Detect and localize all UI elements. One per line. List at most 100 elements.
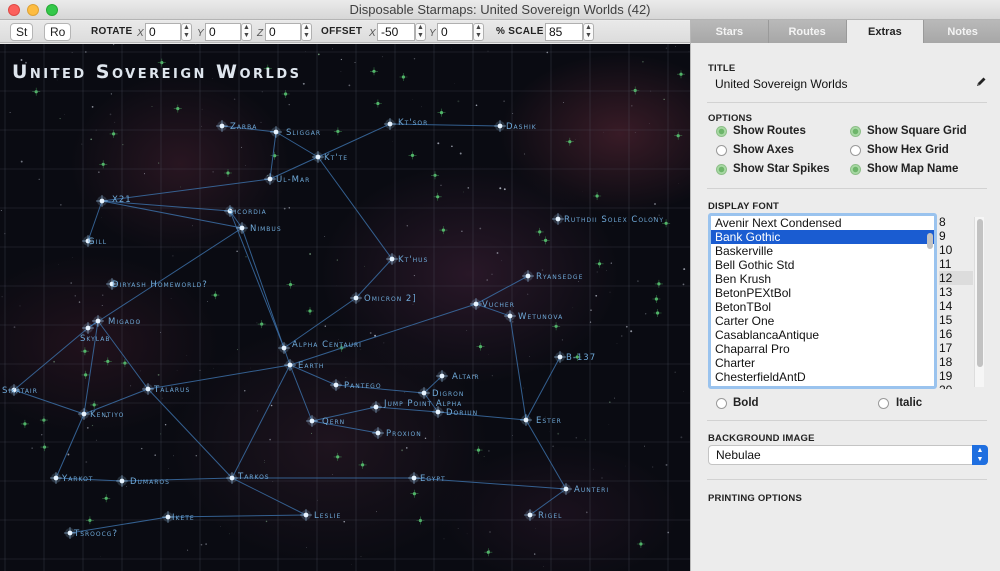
route-earth-tarkos[interactable] [231,364,291,479]
route-migado-talarus[interactable] [97,320,149,390]
bold-label[interactable]: Bold [733,397,759,409]
font-size-item[interactable]: 8 [939,215,973,229]
star-talarus[interactable]: Talarus [142,383,190,395]
star-label[interactable]: Nimbus [250,224,282,234]
font-list-item[interactable]: Cheryl Pro [711,384,934,386]
pencil-icon[interactable] [975,76,987,88]
star-nimbus[interactable]: Nimbus [236,222,282,234]
tab-routes[interactable]: Routes [768,20,847,43]
font-list-item[interactable]: Charter [711,356,934,370]
font-list[interactable]: Avenir Next Condensed Bank Gothic Baskervi… [708,213,937,389]
rotate-x-stepper[interactable]: ▲ ▼ [181,23,192,41]
star-label[interactable]: Vucher [482,300,515,310]
offset-y-stepper[interactable]: ▲ ▼ [473,23,484,41]
star-sicordia[interactable]: Sicordia [224,205,267,217]
star-dot[interactable] [99,198,105,204]
star-yarkot[interactable]: Yarkot [50,472,93,484]
star-kentiyo[interactable]: Kentiyo [78,408,124,420]
star-dumaros[interactable]: Dumaros [116,475,170,487]
font-size-list[interactable]: 891011121314151617181920 [939,215,973,389]
star-diryash[interactable]: Diryash Homeworld? [106,278,208,290]
star-dot[interactable] [145,386,151,392]
star-label[interactable]: Kt'sor [398,118,428,128]
italic-toggle[interactable] [878,398,889,409]
star-pantego[interactable]: Pantego [330,379,382,391]
rotate-x-input[interactable]: 0 [145,23,181,41]
star-zarba[interactable]: Zarba [216,120,257,132]
star-label[interactable]: Proxion [386,429,422,439]
show-map-name-label[interactable]: Show Map Name [867,163,958,175]
star-dot[interactable] [229,475,235,481]
star-label[interactable]: Doriun [446,408,478,418]
font-size-item[interactable]: 9 [939,229,973,243]
star-alpha[interactable]: Alpha Centauri [278,340,362,354]
rotate-z-input[interactable]: 0 [265,23,301,41]
show-star-spikes-label[interactable]: Show Star Spikes [733,163,830,175]
star-dot[interactable] [421,390,427,396]
star-dot[interactable] [165,514,171,520]
star-dot[interactable] [375,430,381,436]
font-size-item[interactable]: 10 [939,243,973,257]
star-dot[interactable] [555,216,561,222]
font-size-item[interactable]: 11 [939,257,973,271]
star-label[interactable]: Sicordia [228,207,267,217]
star-dot[interactable] [239,225,245,231]
show-hex-grid-toggle[interactable] [850,145,861,156]
star-dot[interactable] [309,418,315,424]
font-size-item[interactable]: 12 [939,271,973,285]
star-vucher[interactable]: Vucher [470,298,515,310]
star-label[interactable]: Dashik [506,122,537,132]
star-ktsor[interactable]: Kt'sor [384,118,428,130]
font-list-scroll-thumb[interactable] [927,233,933,249]
star-dot[interactable] [353,295,359,301]
star-dot[interactable] [287,362,293,368]
star-dot[interactable] [389,256,395,262]
star-dot[interactable] [67,530,73,536]
route-x21-nimbus[interactable] [101,200,243,229]
route-kthus-omicron[interactable] [355,258,393,299]
star-map-canvas[interactable]: Zarba Sliggar Kt'sor Dashik Kt'te Ul-Mar X21 Si… [0,44,690,571]
font-size-item[interactable]: 16 [939,327,973,341]
star-migado[interactable]: Migado [92,315,141,327]
star-dot[interactable] [85,325,91,331]
route-tarkos-leslie[interactable] [231,477,307,516]
font-list-item[interactable]: BetonPEXtBol [711,286,934,300]
star-sikatair[interactable]: Sikatair [2,384,38,396]
star-b137[interactable]: B-137 [554,351,596,363]
star-label[interactable]: Migado [108,317,141,327]
font-list-item[interactable]: Ben Krush [711,272,934,286]
scale-input[interactable]: 85 [545,23,583,41]
font-size-item[interactable]: 14 [939,299,973,313]
star-dot[interactable] [563,486,569,492]
star-label[interactable]: Tarkos [237,472,270,482]
route-ester-aunteri[interactable] [525,419,567,490]
star-dot[interactable] [219,123,225,129]
star-qern[interactable]: Qern [306,415,345,427]
tab-stars[interactable]: Stars [691,20,769,43]
star-label[interactable]: Digron [432,389,464,399]
star-label[interactable]: Sliggar [286,128,321,138]
star-label[interactable]: Talarus [153,385,190,395]
show-axes-toggle[interactable] [716,145,727,156]
rotate-y-stepper[interactable]: ▲ ▼ [241,23,252,41]
font-size-item[interactable]: 19 [939,369,973,383]
star-wetunova[interactable]: Wetunova [504,310,563,322]
font-list-item[interactable]: ChesterfieldAntD [711,370,934,384]
ro-button[interactable]: Ro [44,23,72,41]
star-label[interactable]: Ryansedge [536,272,583,282]
star-label[interactable]: B-137 [566,353,596,363]
star-dot[interactable] [439,373,445,379]
star-label[interactable]: Aunteri [574,485,609,495]
font-list-item[interactable]: Bank Gothic [711,230,934,244]
star-label[interactable]: Leslie [314,511,341,521]
font-list-item[interactable]: CasablancaAntique [711,328,934,342]
star-label[interactable]: Omicron 2] [364,294,417,304]
tab-extras[interactable]: Extras [846,20,925,43]
star-dot[interactable] [373,404,379,410]
offset-y-input[interactable]: 0 [437,23,473,41]
font-list-item[interactable]: Bell Gothic Std [711,258,934,272]
route-ester-b137[interactable] [525,356,561,421]
star-dot[interactable] [53,475,59,481]
font-list-item[interactable]: Chaparral Pro [711,342,934,356]
tab-notes[interactable]: Notes [924,20,1000,43]
